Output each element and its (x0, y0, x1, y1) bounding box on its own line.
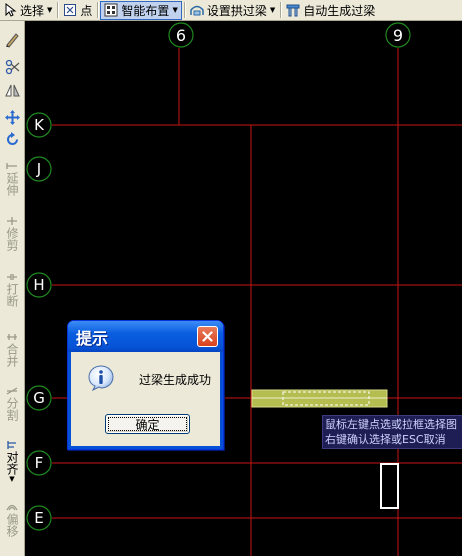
merge-label: 合并 (5, 343, 19, 367)
axis-bubble-9: 9 (385, 22, 411, 48)
extend-label: 延伸 (5, 172, 19, 196)
toolbar-separator (280, 2, 282, 18)
move-icon[interactable] (4, 109, 21, 126)
toolbar-separator (57, 2, 59, 18)
axis-label-j: J (36, 160, 41, 178)
align-tool[interactable]: 对齐 ▼ (3, 441, 21, 483)
extend-icon (6, 163, 17, 169)
toolbar-separator (183, 2, 185, 18)
lintel-beam[interactable] (251, 389, 388, 408)
auto-lintel-button[interactable]: 自动生成过梁 (283, 1, 378, 20)
extend-tool[interactable]: 延伸 (3, 162, 21, 196)
rotate-icon[interactable] (4, 131, 21, 148)
axis-bubble-f: F (26, 450, 52, 476)
close-button[interactable] (197, 326, 218, 347)
top-toolbar: 选择 ▼ 点 智能布置 ▼ 设置拱过梁 ▼ 自动生成过梁 (0, 0, 462, 21)
smart-layout-button[interactable]: 智能布置 ▼ (100, 0, 182, 20)
close-icon (202, 331, 213, 342)
axis-bubble-g: G (26, 385, 52, 411)
axis-label-e: E (34, 509, 43, 527)
tooltip-line-2: 右键确认选择或ESC取消 (325, 433, 446, 446)
align-label: 对齐 (5, 451, 19, 475)
point-button[interactable]: 点 (60, 1, 95, 20)
arch-icon (190, 3, 204, 17)
point-icon (63, 3, 77, 17)
split-label: 分割 (5, 397, 19, 421)
axis-bubble-e: E (26, 505, 52, 531)
axis-label-k: K (34, 116, 45, 134)
scissors-icon[interactable] (4, 59, 21, 76)
dialog-titlebar[interactable]: 提示 (68, 321, 223, 352)
chevron-down-icon[interactable]: ▼ (47, 6, 52, 14)
trim-icon (7, 217, 17, 225)
offset-label: 偏移 (5, 513, 19, 537)
axis-label-g: G (33, 389, 45, 407)
trim-label: 修剪 (5, 227, 19, 251)
chevron-down-icon[interactable]: ▼ (9, 475, 14, 483)
smart-layout-label: 智能布置 (121, 3, 170, 18)
auto-lintel-label: 自动生成过梁 (303, 3, 376, 18)
chevron-down-icon[interactable]: ▼ (270, 6, 275, 14)
info-icon (88, 365, 114, 391)
select-button-label: 选择 (20, 3, 45, 18)
break-label: 打断 (5, 283, 19, 307)
axis-bubble-h: H (26, 272, 52, 298)
axis-bubble-k: K (26, 112, 52, 138)
lintel-icon (286, 3, 300, 17)
offset-icon (6, 504, 18, 511)
command-tooltip: 鼠标左键点选或拉框选择图 右键确认选择或ESC取消 (322, 415, 462, 449)
tooltip-line-1: 鼠标左键点选或拉框选择图 (325, 418, 457, 431)
message-dialog: 提示 过梁生成成功 确定 (67, 320, 224, 450)
drawing-svg[interactable]: 6 9 K J H G F E (25, 21, 462, 556)
grid-layout-icon (104, 3, 118, 17)
align-icon (7, 441, 16, 449)
set-arch-beam-button[interactable]: 设置拱过梁 ▼ (187, 1, 278, 20)
ok-button[interactable]: 确定 (105, 414, 190, 434)
split-icon (6, 387, 18, 395)
point-button-label: 点 (80, 3, 93, 18)
break-icon (7, 274, 17, 280)
mirror-icon[interactable] (4, 82, 21, 99)
set-arch-beam-label: 设置拱过梁 (206, 3, 267, 18)
selection-box[interactable] (380, 463, 399, 509)
chevron-down-icon[interactable]: ▼ (172, 6, 177, 14)
pencil-icon[interactable] (4, 31, 21, 48)
axis-bubble-j: J (26, 156, 52, 182)
toolbar-separator (97, 2, 99, 18)
left-toolbar: 延伸 修剪 打断 合并 分割 对齐 ▼ 偏移 (0, 21, 25, 556)
axis-bubble-6: 6 (168, 22, 194, 48)
split-tool[interactable]: 分割 (3, 387, 21, 421)
dialog-body: 过梁生成成功 确定 (68, 352, 223, 449)
dialog-title: 提示 (76, 328, 109, 348)
axis-label-9: 9 (393, 26, 403, 45)
break-tool[interactable]: 打断 (3, 273, 21, 307)
merge-tool[interactable]: 合并 (3, 333, 21, 367)
trim-tool[interactable]: 修剪 (3, 217, 21, 251)
axis-label-h: H (33, 276, 44, 294)
grid-lines (52, 48, 462, 556)
cursor-icon (3, 2, 17, 17)
axis-label-f: F (35, 454, 44, 472)
merge-icon (7, 334, 17, 340)
dialog-message: 过梁生成成功 (139, 373, 212, 387)
select-button[interactable]: 选择 ▼ (0, 1, 55, 20)
offset-tool[interactable]: 偏移 (3, 503, 21, 537)
axis-label-6: 6 (176, 26, 186, 45)
drawing-canvas[interactable]: 6 9 K J H G F E 鼠标左键点选或拉框选择图 右键确认选择或ESC取… (25, 21, 462, 556)
